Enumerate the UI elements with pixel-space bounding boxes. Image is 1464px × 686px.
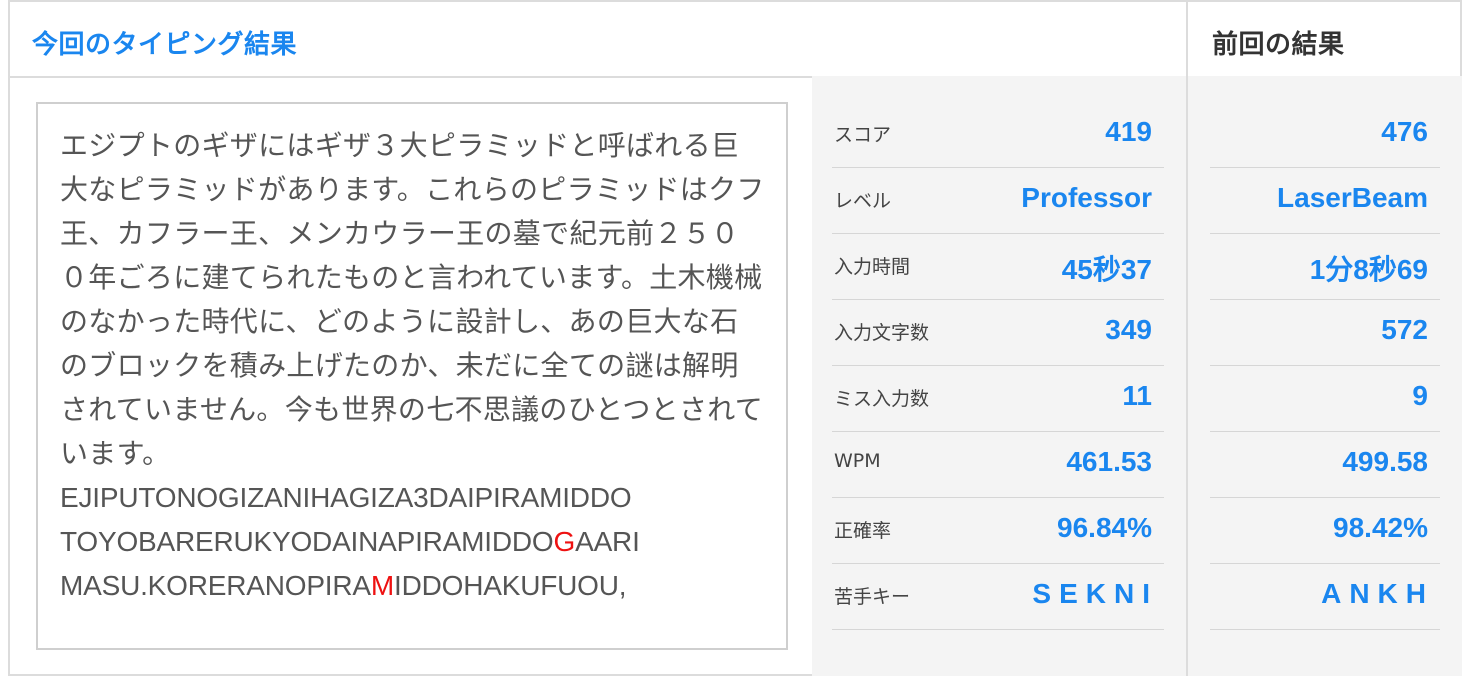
column-divider: [1186, 2, 1188, 676]
mistyped-char: G: [553, 526, 576, 557]
current-result-title: 今回のタイピング結果: [32, 30, 298, 60]
stat-label: 苦手キー: [834, 586, 911, 608]
stat-value: 349: [1105, 314, 1152, 345]
stat-label: WPM: [834, 450, 881, 472]
stat-row-time: 入力時間 45秒37: [832, 234, 1164, 300]
stat-label: 入力文字数: [834, 322, 930, 344]
romaji-text: EJIPUTONOGIZANIHAGIZA3DAIPIRAMIDDO: [60, 482, 632, 513]
header-row: 今回のタイピング結果 前回の結果: [10, 2, 1460, 78]
prev-stat-row-accuracy: 98.42%: [1210, 498, 1440, 564]
stat-row-level: レベル Professor: [832, 168, 1164, 234]
stat-value: SEKNI: [1032, 578, 1158, 609]
prev-stat-row-miss-count: 9: [1210, 366, 1440, 432]
japanese-text: エジプトのギザにはギザ３大ピラミッドと呼ばれる巨大なピラミッドがあります。これら…: [60, 129, 765, 470]
stat-value: 419: [1105, 116, 1152, 147]
stat-value: 45秒37: [1061, 254, 1152, 285]
prev-stat-row-score: 476: [1210, 102, 1440, 168]
romaji-text: MASU.KORERANOPIRA: [60, 570, 371, 601]
prev-stat-value: 476: [1381, 116, 1428, 147]
prev-stat-value: 1分8秒69: [1309, 254, 1428, 285]
prev-stat-row-time: 1分8秒69: [1210, 234, 1440, 300]
prev-stat-value: 572: [1381, 314, 1428, 345]
romaji-text: AARI: [575, 526, 640, 557]
prev-stat-value: 499.58: [1342, 446, 1428, 477]
stat-row-miss-count: ミス入力数 11: [832, 366, 1164, 432]
stat-label: ミス入力数: [834, 388, 930, 410]
stat-label: スコア: [834, 124, 892, 146]
prev-stat-value: 9: [1412, 380, 1428, 411]
stat-value: 11: [1122, 380, 1152, 411]
mistyped-char: M: [370, 570, 395, 601]
romaji-text: IDDOHAKUFUOU,: [394, 570, 627, 601]
romaji-line-3: MASU.KORERANOPIRAMIDDOHAKUFUOU,: [60, 564, 766, 608]
stat-row-score: スコア 419: [832, 102, 1164, 168]
prev-stat-row-level: LaserBeam: [1210, 168, 1440, 234]
result-panel: 今回のタイピング結果 前回の結果 エジプトのギザにはギザ３大ピラミッドと呼ばれる…: [8, 0, 1462, 676]
stat-row-wpm: WPM 461.53: [832, 432, 1164, 498]
prev-stat-value: 98.42%: [1333, 512, 1428, 543]
typed-text-box: エジプトのギザにはギザ３大ピラミッドと呼ばれる巨大なピラミッドがあります。これら…: [36, 102, 788, 650]
romaji-line-2: TOYOBARERUKYODAINAPIRAMIDDOGAARI: [60, 520, 766, 564]
stat-row-accuracy: 正確率 96.84%: [832, 498, 1164, 564]
stat-value: Professor: [1021, 182, 1152, 213]
prev-stat-row-char-count: 572: [1210, 300, 1440, 366]
stat-value: 96.84%: [1057, 512, 1152, 543]
prev-stat-value: ANKH: [1321, 578, 1434, 609]
prev-stat-value: LaserBeam: [1277, 182, 1428, 213]
stat-row-weak-keys: 苦手キー SEKNI: [832, 564, 1164, 630]
prev-stat-row-wpm: 499.58: [1210, 432, 1440, 498]
stat-label: レベル: [834, 190, 892, 212]
romaji-line-1: EJIPUTONOGIZANIHAGIZA3DAIPIRAMIDDO: [60, 476, 766, 520]
romaji-text: TOYOBARERUKYODAINAPIRAMIDDO: [60, 526, 554, 557]
stat-row-char-count: 入力文字数 349: [832, 300, 1164, 366]
previous-result-title: 前回の結果: [1212, 30, 1345, 60]
prev-stat-row-weak-keys: ANKH: [1210, 564, 1440, 630]
stat-value: 461.53: [1066, 446, 1152, 477]
stat-label: 入力時間: [834, 256, 911, 278]
stat-label: 正確率: [834, 520, 892, 542]
